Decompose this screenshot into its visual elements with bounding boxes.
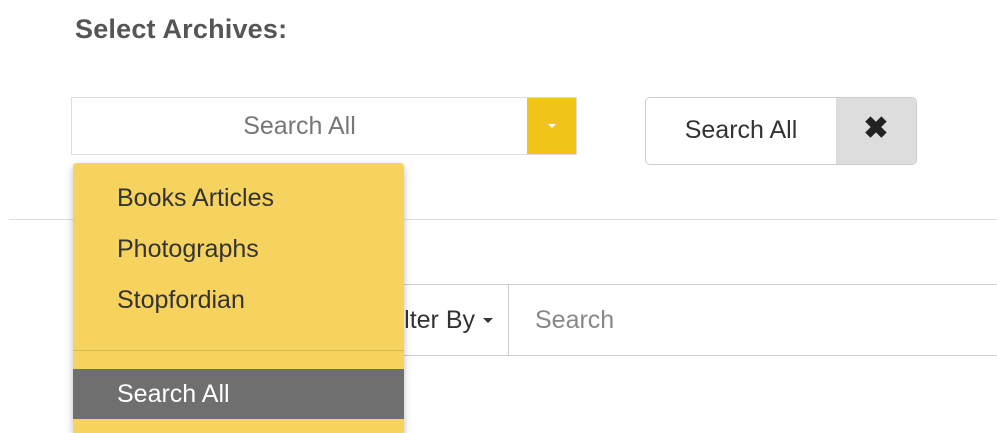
caret-down-icon: [547, 124, 556, 128]
archive-select-value[interactable]: Search All: [72, 98, 527, 154]
archive-select[interactable]: Search All: [71, 97, 577, 155]
archive-select-toggle-button[interactable]: [527, 98, 576, 154]
caret-down-icon: [483, 318, 493, 323]
remove-tag-button[interactable]: ✖: [836, 98, 916, 164]
page-title: Select Archives:: [75, 14, 288, 44]
selected-archive-tag-label: Search All: [684, 116, 798, 144]
close-icon: ✖: [863, 112, 889, 145]
dropdown-item-search-all[interactable]: Search All: [73, 369, 404, 419]
dropdown-divider: [73, 350, 404, 351]
dropdown-item-stopfordian[interactable]: Stopfordian: [73, 275, 404, 325]
dropdown-item-photographs[interactable]: Photographs: [73, 224, 404, 274]
selected-archive-tag: Search All ✖: [645, 97, 917, 165]
archive-dropdown-menu: Books Articles Photographs Stopfordian S…: [73, 163, 404, 433]
dropdown-item-books-articles[interactable]: Books Articles: [73, 173, 404, 223]
search-input[interactable]: [508, 284, 997, 356]
